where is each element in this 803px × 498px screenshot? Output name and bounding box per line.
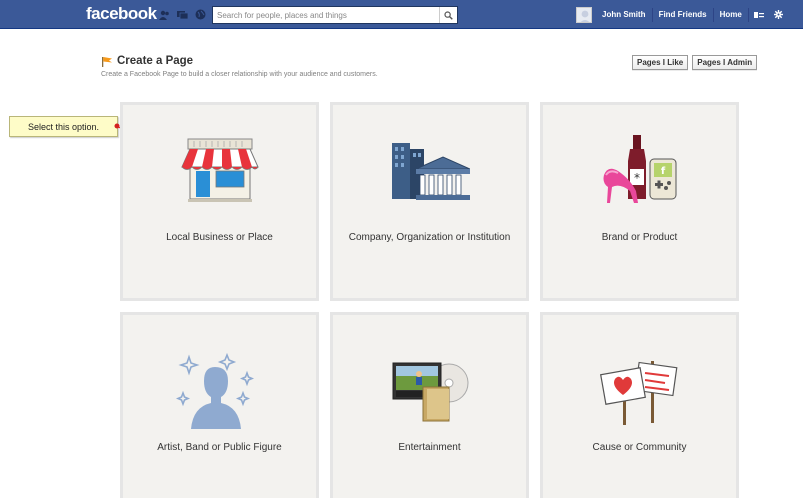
friend-requests-icon[interactable] bbox=[158, 9, 170, 20]
category-tile-entertainment[interactable]: Entertainment bbox=[330, 312, 529, 498]
category-label: Artist, Band or Public Figure bbox=[157, 442, 282, 453]
storefront-icon bbox=[180, 138, 259, 202]
page-title-row: Create a Page bbox=[101, 55, 378, 67]
category-tile-local-business[interactable]: Local Business or Place bbox=[120, 102, 319, 301]
messages-icon[interactable] bbox=[176, 9, 188, 20]
search-button[interactable] bbox=[439, 7, 457, 23]
avatar[interactable] bbox=[576, 6, 592, 23]
category-tile-artist[interactable]: Artist, Band or Public Figure bbox=[120, 312, 319, 498]
header-buttons: Pages I Like Pages I Admin bbox=[632, 55, 758, 70]
account-nav: John Smith Find Friends Home bbox=[576, 0, 788, 29]
pages-i-like-button[interactable]: Pages I Like bbox=[632, 55, 689, 70]
page-header: Create a Page Create a Facebook Page to … bbox=[101, 55, 378, 78]
callout-tooltip: Select this option. bbox=[9, 116, 118, 137]
search-input[interactable] bbox=[213, 7, 439, 23]
home-link[interactable]: Home bbox=[714, 10, 748, 19]
category-label: Cause or Community bbox=[592, 442, 687, 453]
products-icon: * f bbox=[603, 135, 676, 203]
category-tile-company[interactable]: Company, Organization or Institution bbox=[330, 102, 529, 301]
facebook-logo[interactable]: facebook bbox=[86, 4, 157, 24]
svg-text:f: f bbox=[660, 166, 665, 177]
category-label: Local Business or Place bbox=[166, 232, 273, 243]
page-title: Create a Page bbox=[117, 55, 194, 67]
tv-dvd-icon bbox=[392, 362, 468, 422]
pages-i-admin-button[interactable]: Pages I Admin bbox=[692, 55, 758, 70]
top-navigation-bar: facebook John Smith Find Friends Home bbox=[0, 0, 803, 29]
category-label: Company, Organization or Institution bbox=[348, 232, 511, 243]
notifications-globe-icon[interactable] bbox=[194, 9, 206, 20]
notification-jewels bbox=[158, 9, 206, 20]
settings-gear-icon[interactable] bbox=[769, 10, 788, 19]
category-label: Brand or Product bbox=[601, 232, 678, 243]
page-flag-icon bbox=[102, 56, 112, 67]
profile-link[interactable]: John Smith bbox=[596, 10, 652, 19]
person-silhouette-icon bbox=[175, 352, 254, 429]
privacy-shortcuts-icon[interactable] bbox=[749, 11, 769, 19]
page-subtitle: Create a Facebook Page to build a closer… bbox=[101, 71, 378, 78]
category-label: Entertainment bbox=[398, 442, 461, 453]
category-tile-brand-product[interactable]: * f Brand or Product bbox=[540, 102, 739, 301]
search-box bbox=[212, 6, 458, 24]
svg-text:*: * bbox=[634, 171, 640, 185]
find-friends-link[interactable]: Find Friends bbox=[653, 10, 713, 19]
search-icon bbox=[444, 10, 453, 20]
category-tile-cause-community[interactable]: Cause or Community bbox=[540, 312, 739, 498]
protest-signs-icon bbox=[599, 361, 677, 425]
office-buildings-icon bbox=[391, 143, 470, 200]
